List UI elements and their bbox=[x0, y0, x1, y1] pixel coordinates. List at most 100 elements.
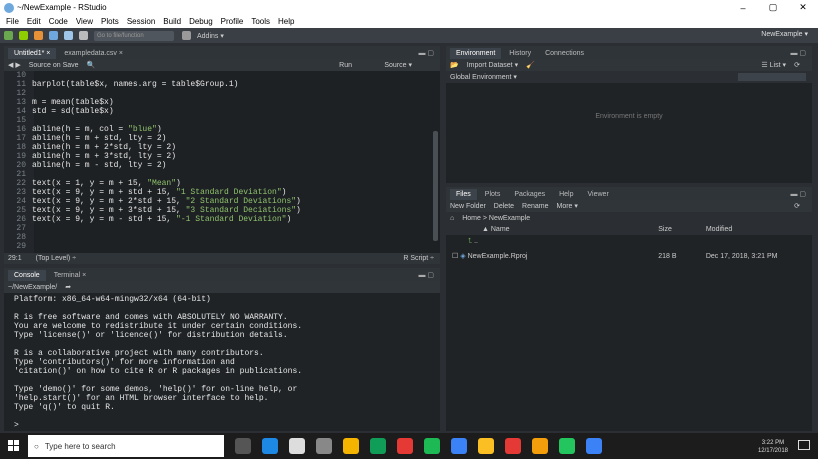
app-icon[interactable] bbox=[532, 438, 548, 454]
taskbar-search-input[interactable]: ○ Type here to search bbox=[28, 435, 224, 457]
tab-environment[interactable]: Environment bbox=[450, 48, 502, 59]
code-line[interactable]: 10 bbox=[4, 71, 434, 80]
rstudio-taskbar-icon[interactable] bbox=[586, 438, 602, 454]
env-search-input[interactable] bbox=[738, 73, 806, 81]
delete-button[interactable]: Delete bbox=[494, 203, 514, 210]
pane-minmax-icon[interactable]: ▬ ▢ bbox=[790, 190, 806, 198]
refresh-icon[interactable]: ⟳ bbox=[794, 202, 800, 210]
tab-untitled1[interactable]: Untitled1* × bbox=[8, 48, 57, 59]
menu-plots[interactable]: Plots bbox=[101, 17, 119, 26]
run-button[interactable]: Run bbox=[339, 62, 352, 69]
code-line[interactable]: 17 abline(h = m + std, lty = 2) bbox=[4, 134, 434, 143]
col-modified[interactable]: Modified bbox=[705, 224, 812, 235]
code-line[interactable]: 29 bbox=[4, 242, 434, 251]
tab-packages[interactable]: Packages bbox=[508, 189, 551, 200]
file-name-link[interactable]: NewExample.Rproj bbox=[468, 253, 528, 260]
minimize-button[interactable]: – bbox=[728, 3, 758, 13]
menu-code[interactable]: Code bbox=[49, 17, 68, 26]
rename-button[interactable]: Rename bbox=[522, 203, 548, 210]
code-line[interactable]: 21 bbox=[4, 170, 434, 179]
code-line[interactable]: 15 bbox=[4, 116, 434, 125]
app-icon[interactable] bbox=[505, 438, 521, 454]
source-button[interactable]: Source ▾ bbox=[384, 61, 412, 69]
app-icon[interactable] bbox=[397, 438, 413, 454]
task-view-icon[interactable] bbox=[235, 438, 251, 454]
addins-menu[interactable]: Addins ▾ bbox=[197, 32, 224, 40]
tab-viewer[interactable]: Viewer bbox=[582, 189, 615, 200]
mail-icon[interactable] bbox=[289, 438, 305, 454]
code-line[interactable]: 26 text(x = 9, y = m - std + 15, "-1 Stan… bbox=[4, 215, 434, 224]
more-button[interactable]: More ▾ bbox=[557, 202, 578, 210]
file-type-indicator[interactable]: R Script ÷ bbox=[403, 255, 434, 262]
home-icon[interactable]: ⌂ bbox=[450, 215, 454, 222]
back-arrow-icon[interactable]: ◀ ▶ bbox=[8, 61, 21, 69]
windows-start-icon[interactable] bbox=[0, 433, 28, 459]
goto-dir-icon[interactable]: ➦ bbox=[65, 283, 71, 291]
broom-icon[interactable]: 🧹 bbox=[526, 61, 535, 69]
steam-icon[interactable] bbox=[451, 438, 467, 454]
code-line[interactable]: 28 bbox=[4, 233, 434, 242]
tab-exampledata[interactable]: exampledata.csv × bbox=[58, 48, 129, 59]
code-line[interactable]: 13 m = mean(table$x) bbox=[4, 98, 434, 107]
goto-file-input[interactable]: Go to file/function bbox=[94, 30, 174, 41]
menu-build[interactable]: Build bbox=[163, 17, 181, 26]
pane-minmax-icon[interactable]: ▬ ▢ bbox=[790, 49, 806, 57]
code-line[interactable]: 12 bbox=[4, 89, 434, 98]
menu-tools[interactable]: Tools bbox=[251, 17, 270, 26]
menu-debug[interactable]: Debug bbox=[189, 17, 213, 26]
app-icon[interactable] bbox=[559, 438, 575, 454]
source-on-save-checkbox[interactable]: Source on Save bbox=[29, 62, 79, 69]
list-view-button[interactable]: ☰ List ▾ bbox=[761, 61, 786, 69]
menu-profile[interactable]: Profile bbox=[221, 17, 244, 26]
tab-history[interactable]: History bbox=[503, 48, 537, 59]
layout-icon[interactable] bbox=[182, 31, 191, 40]
code-line[interactable]: 16 abline(h = m, col = "blue") bbox=[4, 125, 434, 134]
console-output[interactable]: Platform: x86_64-w64-mingw32/x64 (64-bit… bbox=[4, 295, 440, 430]
new-file-icon[interactable] bbox=[4, 31, 13, 40]
code-line[interactable]: 18 abline(h = m + 2*std, lty = 2) bbox=[4, 143, 434, 152]
row-checkbox[interactable]: ☐ bbox=[452, 253, 460, 260]
close-button[interactable]: ✕ bbox=[788, 2, 818, 13]
tab-plots[interactable]: Plots bbox=[479, 189, 507, 200]
print-icon[interactable] bbox=[79, 31, 88, 40]
menu-file[interactable]: File bbox=[6, 17, 19, 26]
menu-session[interactable]: Session bbox=[127, 17, 155, 26]
code-line[interactable]: 25 text(x = 9, y = m + 3*std + 15, "3 Sta… bbox=[4, 206, 434, 215]
code-line[interactable]: 24 text(x = 9, y = m + 2*std + 15, "2 Sta… bbox=[4, 197, 434, 206]
editor-scrollbar[interactable] bbox=[433, 131, 438, 241]
menu-help[interactable]: Help bbox=[278, 17, 294, 26]
spotify-icon[interactable] bbox=[424, 438, 440, 454]
code-line[interactable]: 27 bbox=[4, 224, 434, 233]
new-project-icon[interactable] bbox=[19, 31, 28, 40]
breadcrumb-path[interactable]: Home > NewExample bbox=[462, 215, 530, 222]
open-file-icon[interactable] bbox=[34, 31, 43, 40]
code-line[interactable]: 20 abline(h = m - std, lty = 2) bbox=[4, 161, 434, 170]
pane-minmax-icon[interactable]: ▬ ▢ bbox=[418, 49, 434, 57]
save-icon[interactable] bbox=[49, 31, 58, 40]
import-dataset-button[interactable]: Import Dataset ▾ bbox=[467, 61, 518, 69]
col-name[interactable]: ▲ Name bbox=[446, 224, 659, 235]
col-size[interactable]: Size bbox=[658, 224, 706, 235]
global-env-dropdown[interactable]: Global Environment ▾ bbox=[450, 73, 517, 81]
search-icon[interactable]: 🔍 bbox=[87, 61, 96, 69]
new-folder-button[interactable]: New Folder bbox=[450, 203, 486, 210]
table-row[interactable]: ☐ ◈ NewExample.Rproj 218 B Dec 17, 2018,… bbox=[446, 249, 812, 263]
edge-icon[interactable] bbox=[262, 438, 278, 454]
scope-indicator[interactable]: (Top Level) ÷ bbox=[36, 255, 76, 262]
project-menu[interactable]: NewExample ▾ bbox=[761, 30, 808, 38]
parent-dir-link[interactable]: ⮤ .. bbox=[446, 235, 658, 249]
save-all-icon[interactable] bbox=[64, 31, 73, 40]
notification-icon[interactable] bbox=[798, 440, 810, 450]
tab-console[interactable]: Console bbox=[8, 270, 46, 281]
load-workspace-icon[interactable]: 📂 bbox=[450, 61, 459, 69]
maximize-button[interactable]: ▢ bbox=[758, 2, 788, 13]
tab-connections[interactable]: Connections bbox=[539, 48, 590, 59]
code-line[interactable]: 19 abline(h = m + 3*std, lty = 2) bbox=[4, 152, 434, 161]
tab-help[interactable]: Help bbox=[553, 189, 579, 200]
code-line[interactable]: 14 std = sd(table$x) bbox=[4, 107, 434, 116]
chrome-icon[interactable] bbox=[343, 438, 359, 454]
system-clock[interactable]: 3:22 PM 12/17/2018 bbox=[758, 439, 788, 455]
app-icon[interactable] bbox=[478, 438, 494, 454]
code-line[interactable]: 11 barplot(table$x, names.arg = table$Gro… bbox=[4, 80, 434, 89]
app-icon[interactable] bbox=[370, 438, 386, 454]
